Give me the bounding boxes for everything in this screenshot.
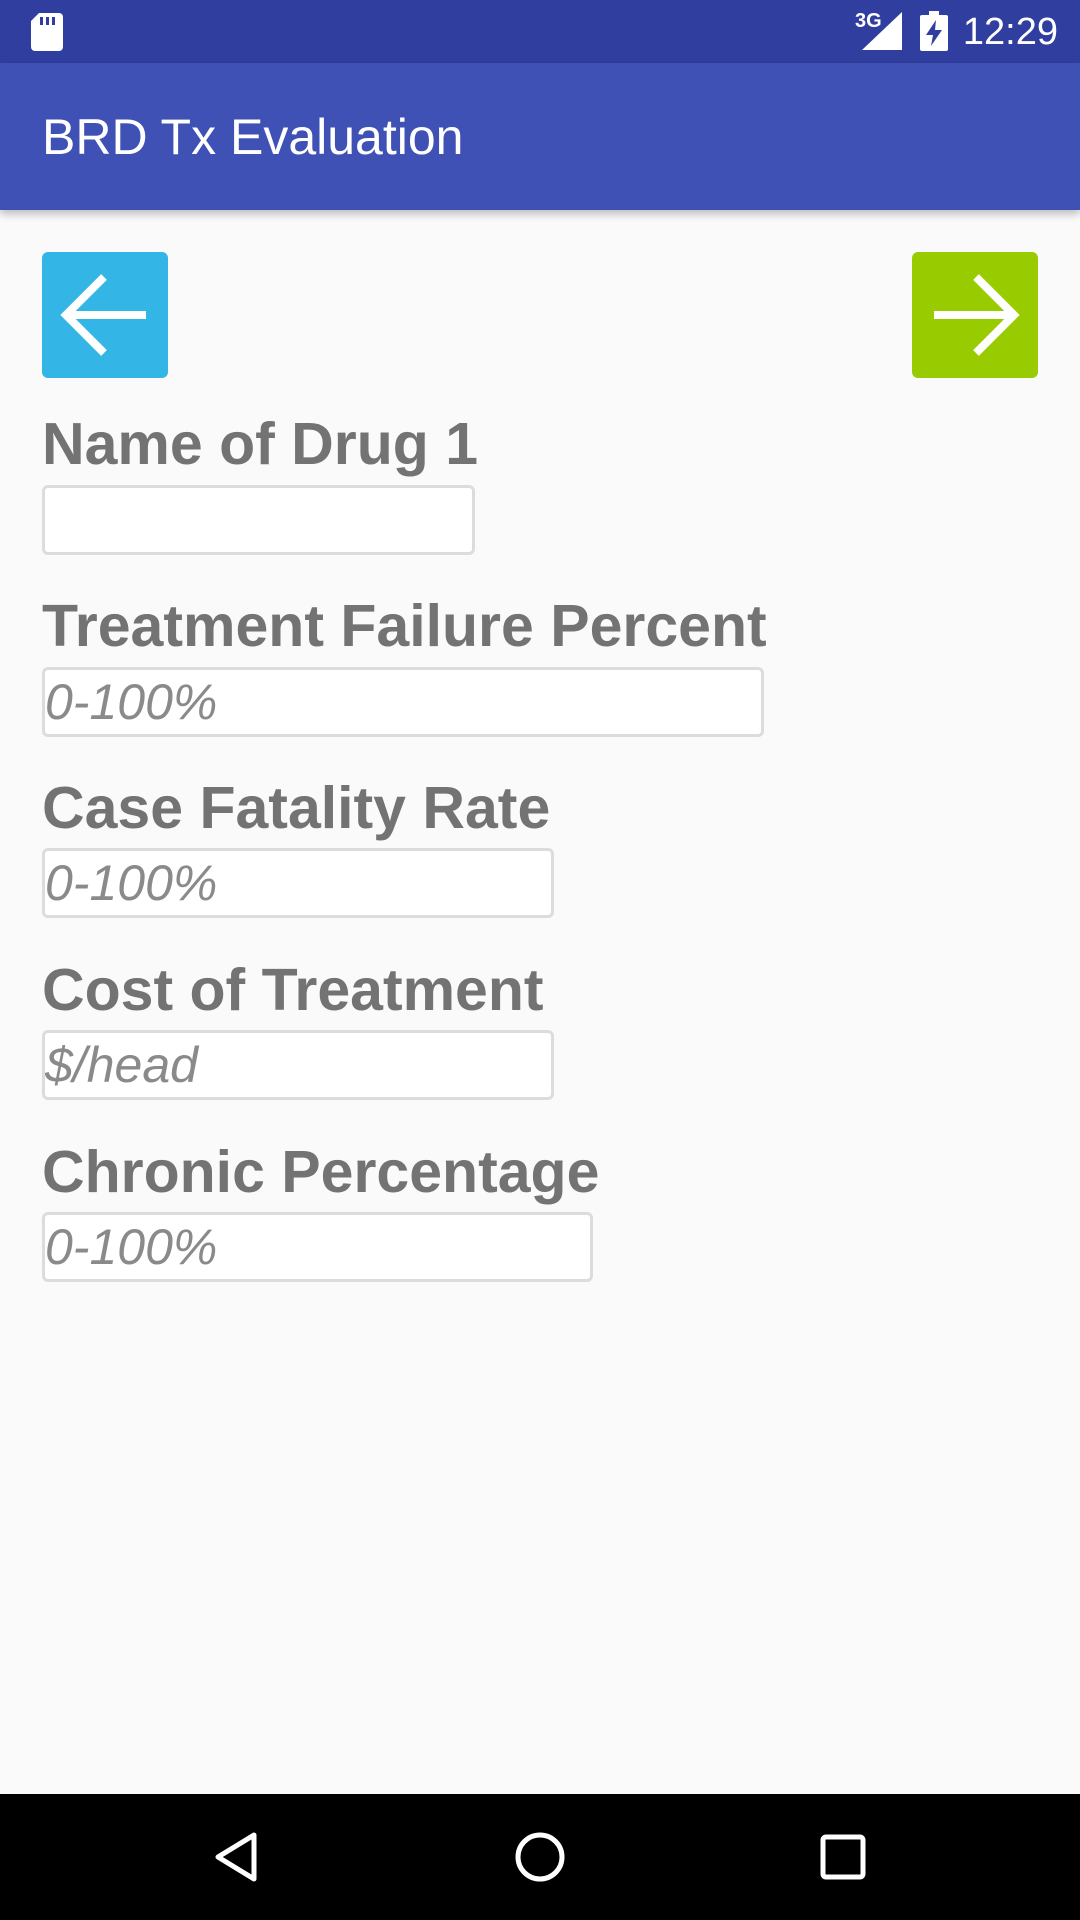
battery-charging-icon [920, 11, 948, 51]
app-title: BRD Tx Evaluation [42, 109, 464, 165]
home-circle-icon [515, 1832, 565, 1882]
drug-name-input[interactable] [42, 485, 475, 555]
arrow-left-icon [60, 274, 146, 356]
treatment-failure-label: Treatment Failure Percent [42, 593, 767, 659]
treatment-failure-input[interactable] [42, 667, 764, 737]
case-fatality-input[interactable] [42, 848, 554, 918]
status-bar: 3G 12:29 [0, 0, 1080, 63]
drug-name-label: Name of Drug 1 [42, 411, 479, 477]
clock: 12:29 [962, 11, 1058, 53]
app-bar: BRD Tx Evaluation [0, 63, 1080, 210]
chronic-percentage-input[interactable] [42, 1212, 593, 1282]
system-home-button[interactable] [510, 1827, 570, 1887]
treatment-cost-label: Cost of Treatment [42, 957, 544, 1023]
back-button[interactable] [42, 252, 168, 378]
chronic-percentage-label: Chronic Percentage [42, 1139, 600, 1205]
sd-card-icon [31, 13, 63, 51]
recents-square-icon [820, 1834, 866, 1880]
system-navigation-bar [0, 1794, 1080, 1920]
case-fatality-label: Case Fatality Rate [42, 775, 551, 841]
back-triangle-icon [215, 1832, 257, 1882]
system-recents-button[interactable] [813, 1827, 873, 1887]
next-button[interactable] [912, 252, 1038, 378]
system-back-button[interactable] [208, 1827, 268, 1887]
arrow-right-icon [934, 274, 1020, 356]
signal-icon [862, 12, 902, 50]
treatment-cost-input[interactable] [42, 1030, 554, 1100]
